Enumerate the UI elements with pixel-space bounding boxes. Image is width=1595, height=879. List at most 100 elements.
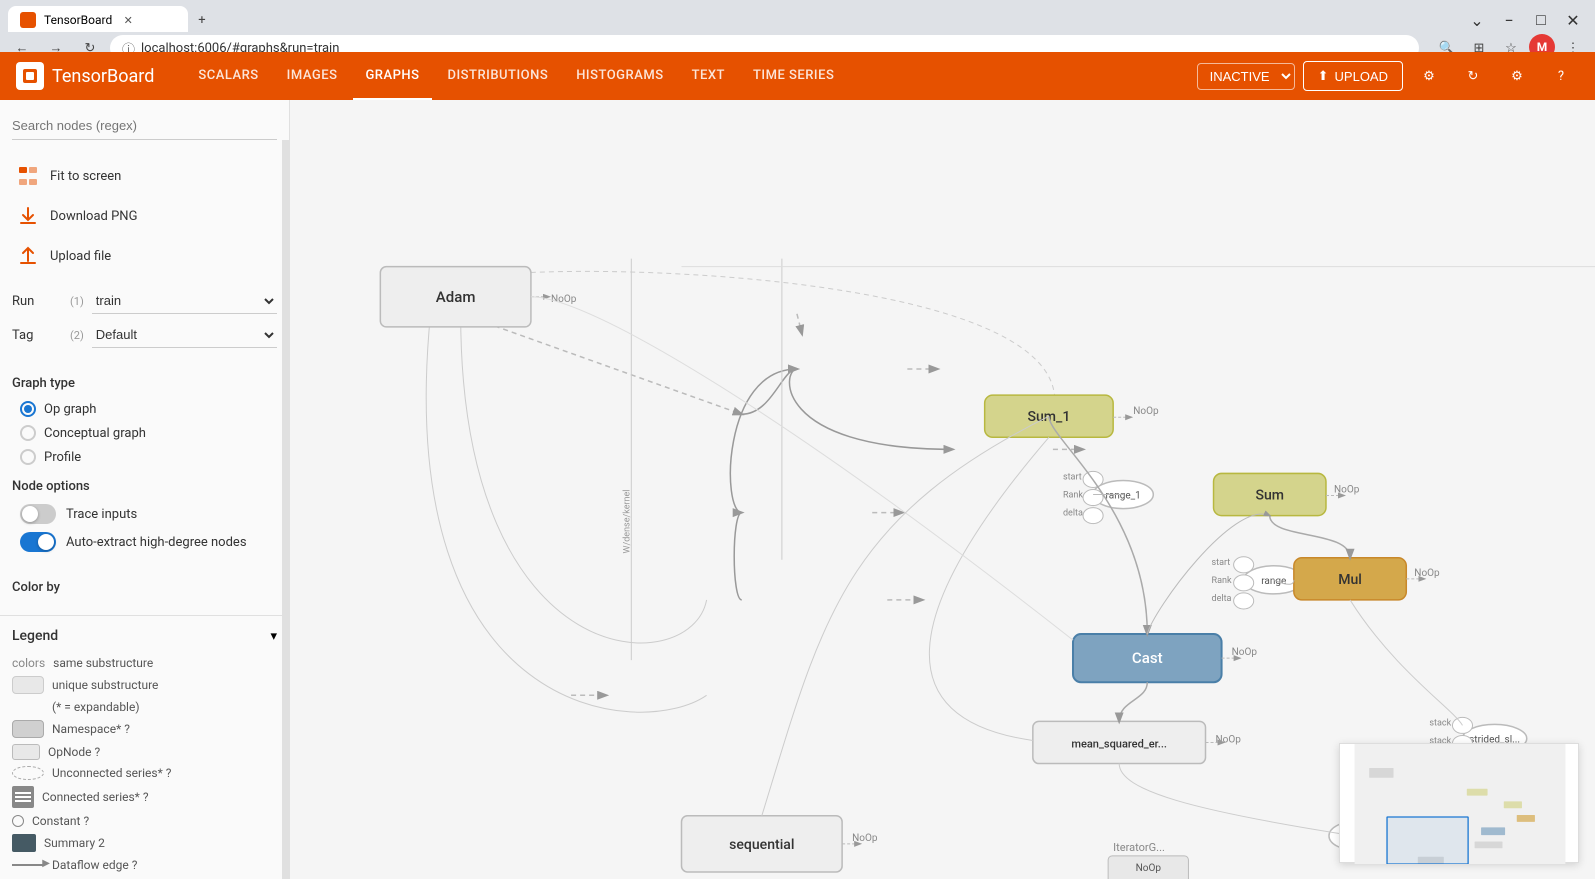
namespace-label: Namespace* ?	[52, 722, 130, 736]
legend-constant: Constant ?	[12, 814, 277, 828]
graph-type-title: Graph type	[12, 376, 277, 391]
radio-profile[interactable]: Profile	[20, 447, 277, 467]
legend-header[interactable]: Legend ▾	[12, 624, 277, 648]
app: TensorBoard SCALARS IMAGES GRAPHS DISTRI…	[0, 52, 1595, 879]
tag-row: Tag (2) Default	[12, 322, 277, 348]
minimize-button[interactable]: −	[1495, 6, 1523, 34]
range1-port2	[1083, 490, 1103, 506]
browser-chrome: TensorBoard ✕ + ⌄ − □ ✕ ← → ↻ ⓘ localhos…	[0, 0, 1595, 52]
legend-opnode: OpNode ?	[12, 744, 277, 760]
auto-extract-row: Auto-extract high-degree nodes	[20, 532, 277, 552]
expandable-label: (* = expandable)	[52, 700, 140, 714]
nav-graphs[interactable]: GRAPHS	[353, 52, 431, 100]
noop-seq: NoOp	[852, 833, 878, 844]
tab-close-button[interactable]: ✕	[120, 12, 136, 28]
sequential-label: sequential	[729, 837, 794, 853]
legend-section: Legend ▾ colors same substructure unique…	[0, 615, 289, 879]
download-png-label: Download PNG	[50, 209, 137, 224]
cast-label: Cast	[1132, 649, 1163, 667]
legend-unconnected: Unconnected series* ?	[12, 766, 277, 780]
settings-gear-icon[interactable]: ⚙	[1411, 58, 1447, 94]
run-label: Run	[12, 294, 62, 309]
auto-extract-toggle[interactable]	[20, 532, 56, 552]
mul-label: Mul	[1338, 572, 1362, 588]
start-label: start	[1063, 472, 1082, 482]
connected-shape	[12, 786, 34, 808]
window-close-button[interactable]: ✕	[1559, 6, 1587, 34]
run-select[interactable]: train	[92, 288, 277, 314]
run-num: (1)	[70, 295, 84, 308]
start2-label: start	[1212, 558, 1231, 568]
dataflow-shape	[12, 864, 44, 866]
active-tab: TensorBoard ✕	[8, 6, 188, 34]
new-tab-button[interactable]: +	[188, 6, 216, 34]
upload-file-icon	[16, 244, 40, 268]
logo: TensorBoard	[16, 62, 154, 90]
tag-label: Tag	[12, 328, 62, 343]
trace-inputs-label: Trace inputs	[66, 507, 137, 522]
range-port3	[1234, 593, 1254, 609]
sum-label: Sum	[1255, 488, 1284, 504]
nav-scalars[interactable]: SCALARS	[186, 52, 270, 100]
radio-op-graph[interactable]: Op graph	[20, 399, 277, 419]
window-controls: ⌄ − □ ✕	[1463, 6, 1587, 34]
legend-connected: Connected series* ?	[12, 786, 277, 808]
main-content: Fit to screen Download PNG Upload file	[0, 100, 1595, 879]
refresh-icon[interactable]: ↻	[1455, 58, 1491, 94]
nav-histograms[interactable]: HISTOGRAMS	[564, 52, 675, 100]
noop-msq: NoOp	[1216, 734, 1242, 745]
upload-file-action[interactable]: Upload file	[12, 236, 277, 276]
range1-label: range_1	[1106, 491, 1141, 502]
more-tabs-button[interactable]: ⌄	[1463, 6, 1491, 34]
minimap-svg	[1340, 744, 1580, 864]
radio-op-label: Op graph	[44, 402, 96, 417]
mean-sq-label: mean_squared_er...	[1071, 737, 1167, 750]
legend-namespace: Namespace* ?	[12, 720, 277, 738]
same-substructure-label: same substructure	[53, 656, 153, 670]
legend-items: colors same substructure unique substruc…	[12, 656, 277, 879]
run-row: Run (1) train	[12, 288, 277, 314]
upload-button[interactable]: ⬆ UPLOAD	[1303, 61, 1403, 91]
rank2-label: Rank	[1212, 576, 1232, 586]
unique-substructure-shape	[12, 676, 44, 694]
search-input[interactable]	[12, 112, 277, 140]
maximize-button[interactable]: □	[1527, 6, 1555, 34]
fit-to-screen-icon	[16, 164, 40, 188]
legend-colors-label: colors same substructure	[12, 656, 277, 670]
logo-icon	[16, 62, 44, 90]
tab-title: TensorBoard	[44, 13, 112, 27]
summary-label: Summary 2	[44, 836, 105, 850]
fit-to-screen-action[interactable]: Fit to screen	[12, 156, 277, 196]
range-label: range	[1261, 576, 1286, 587]
radio-conceptual[interactable]: Conceptual graph	[20, 423, 277, 443]
range-port1	[1234, 557, 1254, 573]
nav-time-series[interactable]: TIME SERIES	[741, 52, 846, 100]
upload-icon: ⬆	[1318, 68, 1329, 84]
noop-cast: NoOp	[1232, 647, 1258, 658]
sidebar-inner: Fit to screen Download PNG Upload file	[0, 100, 289, 615]
unique-substructure-label: unique substructure	[52, 678, 158, 692]
nav-text[interactable]: TEXT	[680, 52, 737, 100]
legend-dataflow: Dataflow edge ?	[12, 858, 277, 872]
nav-images[interactable]: IMAGES	[275, 52, 350, 100]
delta2-label: delta	[1212, 594, 1232, 604]
run-status-select[interactable]: INACTIVE	[1197, 63, 1295, 90]
tag-select[interactable]: Default	[92, 322, 277, 348]
opnode-shape	[12, 744, 40, 760]
top-nav: TensorBoard SCALARS IMAGES GRAPHS DISTRI…	[0, 52, 1595, 100]
noop-sum: NoOp	[1334, 485, 1360, 496]
graph-area[interactable]: W/dense/kernel range_1 start Rank_1 delt…	[290, 100, 1595, 879]
range1-port3	[1083, 508, 1103, 524]
unconnected-shape	[12, 766, 44, 780]
trace-inputs-toggle[interactable]	[20, 504, 56, 524]
nav-links: SCALARS IMAGES GRAPHS DISTRIBUTIONS HIST…	[186, 52, 1196, 100]
nav-distributions[interactable]: DISTRIBUTIONS	[436, 52, 561, 100]
legend-unique-substructure: unique substructure	[12, 676, 277, 694]
nav-right: INACTIVE ⬆ UPLOAD ⚙ ↻ ⚙ ?	[1197, 58, 1579, 94]
settings-icon[interactable]: ⚙	[1499, 58, 1535, 94]
adam-label: Adam	[436, 288, 476, 306]
download-png-action[interactable]: Download PNG	[12, 196, 277, 236]
help-icon[interactable]: ?	[1543, 58, 1579, 94]
radio-dot-conceptual	[20, 425, 36, 441]
sidebar-scrollbar[interactable]	[282, 140, 290, 879]
